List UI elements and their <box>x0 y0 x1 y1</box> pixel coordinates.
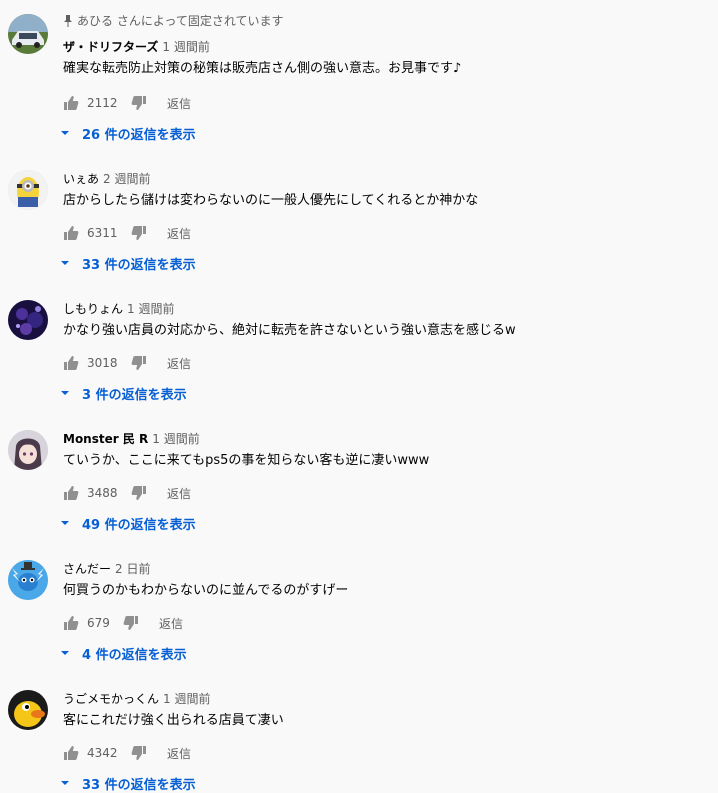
reply-button[interactable]: 返信 <box>167 95 191 112</box>
comment-text: 何買うのかもわからないのに並んでるのがすげー <box>63 583 349 598</box>
comment-author[interactable]: うごメモかっくん <box>63 692 159 706</box>
comment-text: 店からしたら儲けは変わらないのに一般人優先にしてくれるとか神かな <box>63 193 479 208</box>
view-replies-label: 49 件の返信を表示 <box>82 517 196 533</box>
avatar-car-image <box>8 14 48 54</box>
comment-author[interactable]: しもりょん <box>63 302 123 316</box>
comment-thread: しもりょん 1 週間前 かなり強い店員の対応から、絶対に転売を許さないという強い意… <box>0 300 718 410</box>
view-replies-button[interactable]: 3 件の返信を表示 <box>60 383 187 403</box>
comment-body: いぇあ 2 週間前 店からしたら儲けは変わらないのに一般人優先にしてくれるとか神か… <box>63 170 710 212</box>
thumb-down-icon[interactable] <box>131 225 147 241</box>
thumb-down-icon[interactable] <box>131 745 147 761</box>
view-replies-button[interactable]: 33 件の返信を表示 <box>60 773 196 793</box>
comment-actions: 6311 返信 <box>63 223 191 243</box>
thumb-up-icon[interactable] <box>63 355 79 371</box>
caret-down-icon <box>61 261 69 265</box>
like-count: 4342 <box>87 746 118 760</box>
like-count: 679 <box>87 616 110 630</box>
comment-text: ていうか、ここに来てもps5の事を知らない客も逆に凄いwww <box>63 453 430 468</box>
avatar-minion-image <box>8 170 48 210</box>
avatar-anime-image <box>8 430 48 470</box>
avatar[interactable] <box>8 560 48 600</box>
avatar[interactable] <box>8 300 48 340</box>
view-replies-label: 3 件の返信を表示 <box>82 387 187 403</box>
reply-button[interactable]: 返信 <box>167 225 191 242</box>
avatar-thunder-image <box>8 560 48 600</box>
comment-actions: 3018 返信 <box>63 353 191 373</box>
avatar[interactable] <box>8 690 48 730</box>
comment-body: しもりょん 1 週間前 かなり強い店員の対応から、絶対に転売を許さないという強い意… <box>63 300 710 342</box>
pinned-label: あひる さんによって固定されています <box>63 12 710 30</box>
comment-thread: うごメモかっくん 1 週間前 客にこれだけ強く出られる店員て凄い 4342 返信 … <box>0 690 718 793</box>
thumb-down-icon[interactable] <box>131 95 147 111</box>
comment-actions: 679 返信 <box>63 613 183 633</box>
comment-time[interactable]: 2 週間前 <box>103 172 150 186</box>
comment-actions: 2112 返信 <box>63 93 191 113</box>
comment-time[interactable]: 1 週間前 <box>163 692 210 706</box>
comment-time[interactable]: 1 週間前 <box>127 302 174 316</box>
comment-time[interactable]: 1 週間前 <box>152 432 199 446</box>
comment-author[interactable]: Monster 民 R <box>63 432 148 446</box>
like-count: 3488 <box>87 486 118 500</box>
caret-down-icon <box>61 391 69 395</box>
avatar-abstract-image <box>8 300 48 340</box>
thumb-down-icon[interactable] <box>131 485 147 501</box>
view-replies-button[interactable]: 4 件の返信を表示 <box>60 643 187 663</box>
comment-thread: Monster 民 R 1 週間前 ていうか、ここに来てもps5の事を知らない客も… <box>0 430 718 540</box>
comment-thread: あひる さんによって固定されています ザ・ドリフターズ 1 週間前 確実な転売防止… <box>0 12 718 147</box>
comment-text: かなり強い店員の対応から、絶対に転売を許さないという強い意志を感じるw <box>63 323 516 338</box>
thumb-up-icon[interactable] <box>63 95 79 111</box>
reply-button[interactable]: 返信 <box>167 745 191 762</box>
view-replies-label: 33 件の返信を表示 <box>82 257 196 273</box>
view-replies-button[interactable]: 26 件の返信を表示 <box>60 123 196 143</box>
reply-button[interactable]: 返信 <box>167 485 191 502</box>
comment-thread: いぇあ 2 週間前 店からしたら儲けは変わらないのに一般人優先にしてくれるとか神か… <box>0 170 718 280</box>
caret-down-icon <box>61 781 69 785</box>
thumb-up-icon[interactable] <box>63 485 79 501</box>
thumb-up-icon[interactable] <box>63 745 79 761</box>
comment-text: 客にこれだけ強く出られる店員て凄い <box>63 713 284 728</box>
avatar-duck-image <box>8 690 48 730</box>
caret-down-icon <box>61 131 69 135</box>
like-count: 3018 <box>87 356 118 370</box>
reply-button[interactable]: 返信 <box>159 615 183 632</box>
comment-body: うごメモかっくん 1 週間前 客にこれだけ強く出られる店員て凄い <box>63 690 710 732</box>
caret-down-icon <box>61 521 69 525</box>
thumb-up-icon[interactable] <box>63 225 79 241</box>
pinned-text: あひる さんによって固定されています <box>77 14 284 28</box>
thumb-down-icon[interactable] <box>123 615 139 631</box>
comment-body: さんだー 2 日前 何買うのかもわからないのに並んでるのがすげー <box>63 560 710 602</box>
comment-body: あひる さんによって固定されています ザ・ドリフターズ 1 週間前 確実な転売防止… <box>63 12 710 80</box>
comment-author[interactable]: さんだー <box>63 562 111 576</box>
like-count: 2112 <box>87 96 118 110</box>
caret-down-icon <box>61 651 69 655</box>
view-replies-label: 4 件の返信を表示 <box>82 647 187 663</box>
comment-actions: 4342 返信 <box>63 743 191 763</box>
pin-icon <box>64 15 72 27</box>
comment-actions: 3488 返信 <box>63 483 191 503</box>
reply-button[interactable]: 返信 <box>167 355 191 372</box>
avatar[interactable] <box>8 14 48 54</box>
like-count: 6311 <box>87 226 118 240</box>
comment-author[interactable]: ザ・ドリフターズ <box>63 40 158 54</box>
comment-body: Monster 民 R 1 週間前 ていうか、ここに来てもps5の事を知らない客も… <box>63 430 710 472</box>
comment-author[interactable]: いぇあ <box>63 172 99 186</box>
avatar[interactable] <box>8 170 48 210</box>
view-replies-button[interactable]: 49 件の返信を表示 <box>60 513 196 533</box>
comment-time[interactable]: 1 週間前 <box>162 40 209 54</box>
avatar[interactable] <box>8 430 48 470</box>
thumb-up-icon[interactable] <box>63 615 79 631</box>
comment-text: 確実な転売防止対策の秘策は販売店さん側の強い意志。お見事です♪ <box>63 61 462 76</box>
comment-time[interactable]: 2 日前 <box>115 562 150 576</box>
view-replies-label: 26 件の返信を表示 <box>82 127 196 143</box>
view-replies-button[interactable]: 33 件の返信を表示 <box>60 253 196 273</box>
thumb-down-icon[interactable] <box>131 355 147 371</box>
comment-thread: さんだー 2 日前 何買うのかもわからないのに並んでるのがすげー 679 返信 4… <box>0 560 718 670</box>
